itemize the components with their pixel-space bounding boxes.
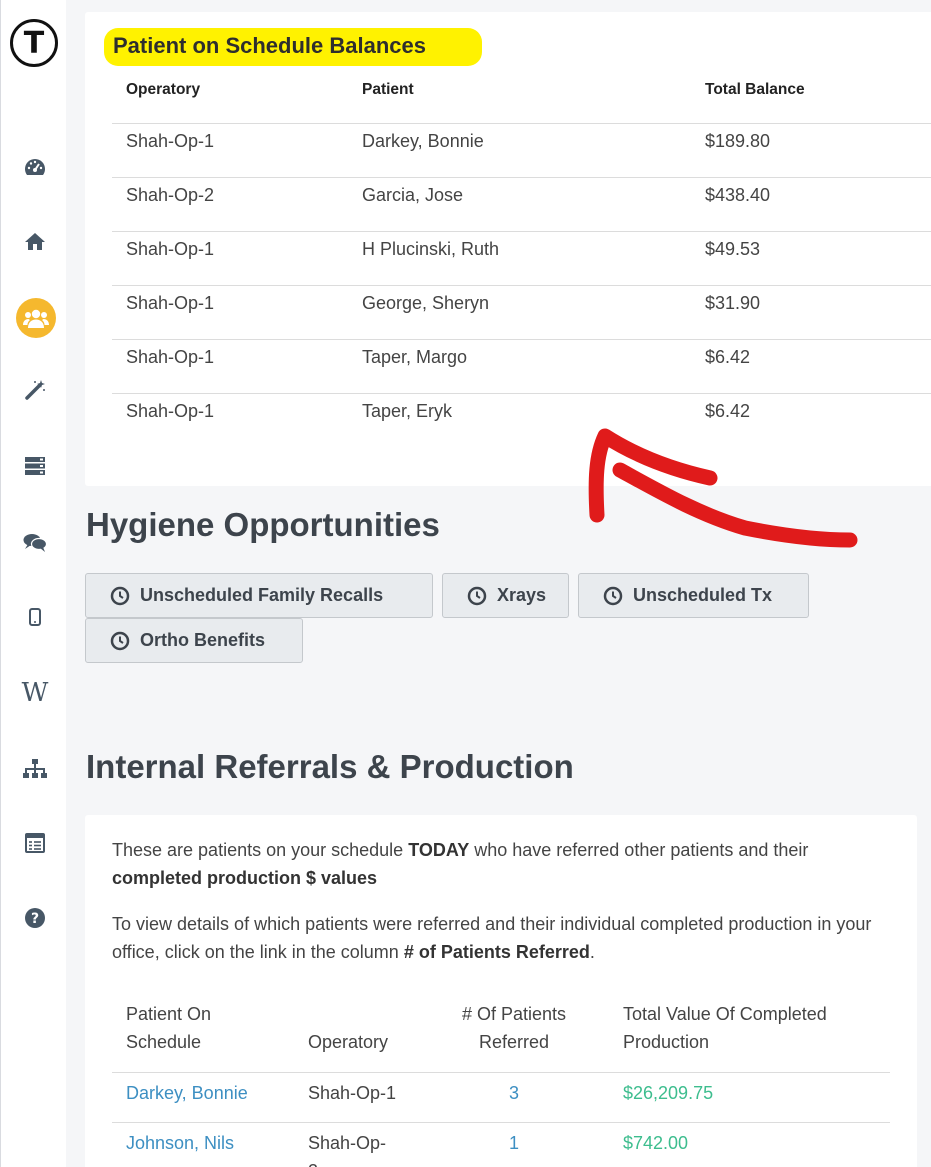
button-label: Ortho Benefits: [140, 630, 266, 650]
header-completed-production: Total Value Of Completed Production: [623, 1004, 827, 1052]
cell-operatory: Shah-Op-1: [308, 1083, 397, 1103]
cell-operatory: Shah-Op-1: [126, 347, 215, 367]
cell-total: $189.80: [705, 131, 771, 151]
cell-patient: Taper, Eryk: [362, 401, 453, 421]
referred-count-link[interactable]: 1: [440, 1133, 588, 1154]
unscheduled-family-recalls-button[interactable]: Unscheduled Family Recalls: [85, 573, 433, 618]
patient-link[interactable]: Johnson, Nils: [126, 1133, 234, 1154]
header-operatory-2: Operatory: [308, 1032, 389, 1052]
wikipedia-icon[interactable]: W: [18, 676, 52, 710]
row-divider: [112, 123, 931, 124]
ortho-benefits-button[interactable]: Ortho Benefits: [85, 618, 303, 663]
checklist-icon[interactable]: [18, 826, 52, 860]
magic-wand-icon[interactable]: [18, 373, 52, 407]
dashboard-icon[interactable]: [18, 151, 52, 185]
cell-patient: H Plucinski, Ruth: [362, 239, 500, 259]
logo-letter: T: [23, 25, 45, 61]
cell-patient: Garcia, Jose: [362, 185, 464, 205]
cell-operatory: Shah-Op-1: [126, 401, 215, 421]
referrals-heading: Internal Referrals & Production: [86, 748, 574, 785]
clock-icon: [467, 586, 487, 606]
row-divider: [112, 393, 931, 394]
unscheduled-tx-button[interactable]: Unscheduled Tx: [578, 573, 809, 618]
home-icon[interactable]: [18, 224, 52, 258]
referrals-intro: These are patients on your schedule TODA…: [112, 840, 809, 888]
cell-operatory: Shah-Op-1: [126, 239, 215, 259]
svg-text:?: ?: [31, 911, 39, 927]
referred-count-link[interactable]: 3: [440, 1083, 588, 1104]
balances-title: Patient on Schedule Balances: [113, 33, 426, 58]
cell-operatory: Shah-Op-: [308, 1133, 387, 1153]
cell-patient: George, Sheryn: [362, 293, 490, 313]
cell-production-value: $26,209.75: [623, 1083, 714, 1103]
cell-production-value: $742.00: [623, 1133, 689, 1153]
header-total-balance: Total Balance: [705, 81, 805, 98]
referrals-instructions: To view details of which patients were r…: [112, 914, 872, 962]
cell-total: $6.42: [705, 347, 751, 367]
header-patient-on-schedule: Patient On Schedule: [126, 1004, 212, 1052]
cell-operatory: Shah-Op-2: [126, 185, 215, 205]
cell-patient: Taper, Margo: [362, 347, 468, 367]
server-icon[interactable]: [18, 449, 52, 483]
cell-operatory-wrap: 2: [308, 1161, 318, 1167]
hygiene-heading: Hygiene Opportunities: [86, 506, 440, 543]
button-label: Unscheduled Tx: [633, 585, 773, 605]
help-icon[interactable]: ?: [18, 901, 52, 935]
clock-icon: [603, 586, 623, 606]
sitemap-icon[interactable]: [18, 752, 52, 786]
mobile-icon[interactable]: [18, 600, 52, 634]
cell-patient: Darkey, Bonnie: [362, 131, 484, 151]
sidebar: T W ?: [0, 0, 66, 1167]
header-operatory: Operatory: [126, 81, 201, 98]
header-patients-referred: # Of Patients Referred: [461, 1004, 567, 1052]
cell-total: $49.53: [705, 239, 761, 259]
cell-total: $6.42: [705, 401, 751, 421]
cell-total: $438.40: [705, 185, 771, 205]
users-icon[interactable]: [16, 298, 56, 338]
clock-icon: [110, 586, 130, 606]
chat-icon[interactable]: [18, 526, 52, 560]
patient-link[interactable]: Darkey, Bonnie: [126, 1083, 248, 1104]
xrays-button[interactable]: Xrays: [442, 573, 569, 618]
row-divider: [112, 231, 931, 232]
logo[interactable]: T: [10, 19, 58, 67]
button-label: Xrays: [497, 585, 547, 605]
clock-icon: [110, 631, 130, 651]
header-patient: Patient: [362, 81, 414, 98]
button-label: Unscheduled Family Recalls: [140, 585, 384, 605]
cell-operatory: Shah-Op-1: [126, 293, 215, 313]
row-divider: [112, 177, 931, 178]
row-divider: [112, 285, 931, 286]
row-divider: [112, 1072, 890, 1073]
row-divider: [112, 339, 931, 340]
cell-operatory: Shah-Op-1: [126, 131, 215, 151]
cell-total: $31.90: [705, 293, 761, 313]
row-divider: [112, 1122, 890, 1123]
